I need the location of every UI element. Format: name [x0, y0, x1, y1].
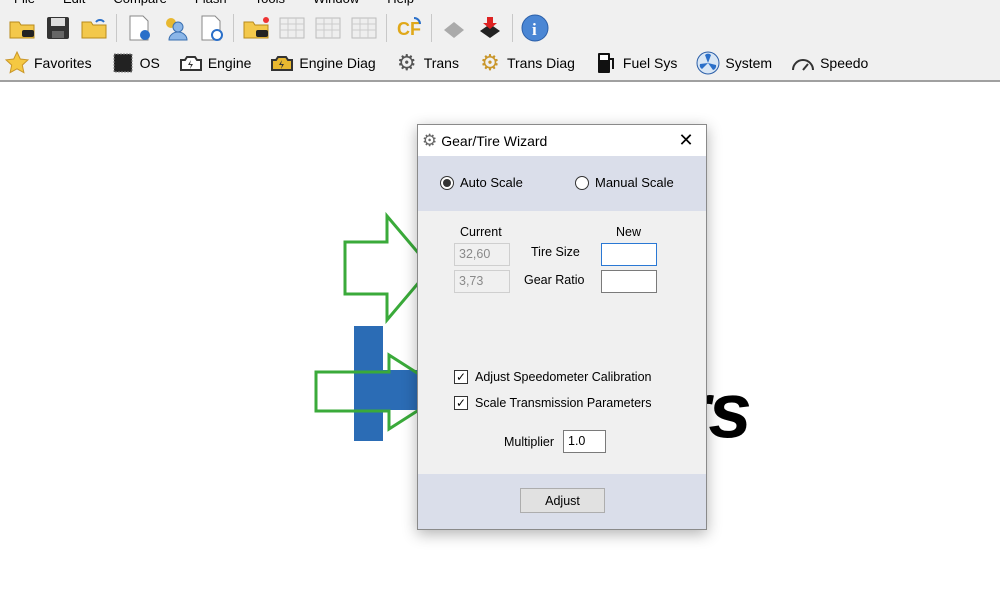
nav-favorites[interactable]: Favorites [4, 50, 92, 76]
toolbar-separator [233, 13, 234, 42]
menu-file[interactable]: File [0, 0, 49, 9]
tire-size-label: Tire Size [531, 245, 580, 259]
multiplier-label: Multiplier [504, 435, 555, 449]
nav-trans-diag[interactable]: ⚙ Trans Diag [477, 50, 575, 76]
current-tire-size-field: 32,60 [454, 243, 510, 266]
checkmark-icon: ✓ [454, 396, 468, 410]
nav-speedo[interactable]: Speedo [790, 50, 868, 76]
menu-bar: File Edit Compare Flash Tools Window Hel… [0, 0, 1000, 9]
current-header: Current [460, 225, 502, 239]
cf-convert-icon[interactable]: CF [394, 13, 424, 43]
toolbar-separator [431, 13, 432, 42]
nav-engine[interactable]: Engine [178, 50, 251, 76]
gear-diag-icon: ⚙ [480, 50, 500, 75]
auto-scale-radio[interactable]: Auto Scale [440, 175, 523, 190]
fuel-pump-icon [593, 50, 619, 76]
nav-system[interactable]: System [695, 50, 772, 76]
gear-icon: ⚙ [422, 130, 438, 150]
dialog-footer: Adjust [418, 474, 706, 529]
scale-transmission-checkbox[interactable]: ✓ Scale Transmission Parameters [454, 396, 651, 410]
radio-selected [440, 175, 454, 190]
table-icon [349, 13, 379, 43]
nav-trans[interactable]: ⚙ Trans [394, 50, 459, 76]
nav-engine-diag[interactable]: Engine Diag [269, 50, 376, 76]
engine-icon [178, 50, 204, 76]
gear-tire-wizard-dialog: ⚙ Gear/Tire Wizard ✕ Auto Scale Manual S… [417, 124, 707, 530]
chip-read-icon [439, 13, 469, 43]
category-toolbar: Favorites OS Engine Engine Diag ⚙ Trans ⚙… [0, 46, 1000, 82]
toolbar-separator [386, 13, 387, 42]
nav-os[interactable]: OS [110, 50, 160, 76]
file-info-icon[interactable] [124, 13, 154, 43]
chip-icon [110, 50, 136, 76]
new-gear-ratio-input[interactable] [601, 270, 657, 293]
speedometer-icon [790, 50, 816, 76]
open-recent-icon[interactable] [79, 13, 109, 43]
multiplier-input[interactable]: 1.0 [563, 430, 606, 453]
menu-window[interactable]: Window [299, 0, 373, 9]
open-folder-icon[interactable] [7, 13, 37, 43]
engine-diag-icon [269, 50, 295, 76]
save-icon[interactable] [43, 13, 73, 43]
file-history-icon[interactable] [196, 13, 226, 43]
svg-text:CF: CF [397, 19, 421, 39]
gear-ratio-label: Gear Ratio [524, 273, 585, 287]
toolbar-separator [512, 13, 513, 42]
dialog-title-bar: ⚙ Gear/Tire Wizard ✕ [418, 125, 706, 156]
menu-help[interactable]: Help [373, 0, 428, 9]
dialog-title: Gear/Tire Wizard [441, 132, 548, 149]
close-button[interactable]: ✕ [666, 130, 706, 151]
new-tire-size-input[interactable] [601, 243, 657, 266]
current-gear-ratio-field: 3,73 [454, 270, 510, 293]
table-icon [277, 13, 307, 43]
main-toolbar: CF i [0, 9, 1000, 46]
menu-compare[interactable]: Compare [99, 0, 180, 9]
gear-icon: ⚙ [396, 50, 417, 75]
chip-write-icon[interactable] [475, 13, 505, 43]
manual-scale-radio[interactable]: Manual Scale [575, 175, 674, 190]
svg-text:i: i [532, 20, 537, 39]
new-header: New [616, 225, 642, 239]
nav-fuel-sys[interactable]: Fuel Sys [593, 50, 677, 76]
adjust-speedometer-checkbox[interactable]: ✓ Adjust Speedometer Calibration [454, 370, 652, 384]
menu-edit[interactable]: Edit [49, 0, 99, 9]
scale-mode-group: Auto Scale Manual Scale [418, 156, 706, 211]
menu-flash[interactable]: Flash [181, 0, 241, 9]
adjust-button[interactable]: Adjust [520, 488, 605, 513]
menu-tools[interactable]: Tools [241, 0, 299, 9]
radio-unselected [575, 175, 589, 190]
open-folder-new-icon[interactable] [241, 13, 271, 43]
star-icon [4, 50, 30, 76]
fan-icon [695, 50, 721, 76]
toolbar-separator [116, 13, 117, 42]
license-user-icon[interactable] [160, 13, 190, 43]
checkmark-icon: ✓ [454, 370, 468, 384]
table-icon [313, 13, 343, 43]
info-icon[interactable]: i [520, 13, 550, 43]
